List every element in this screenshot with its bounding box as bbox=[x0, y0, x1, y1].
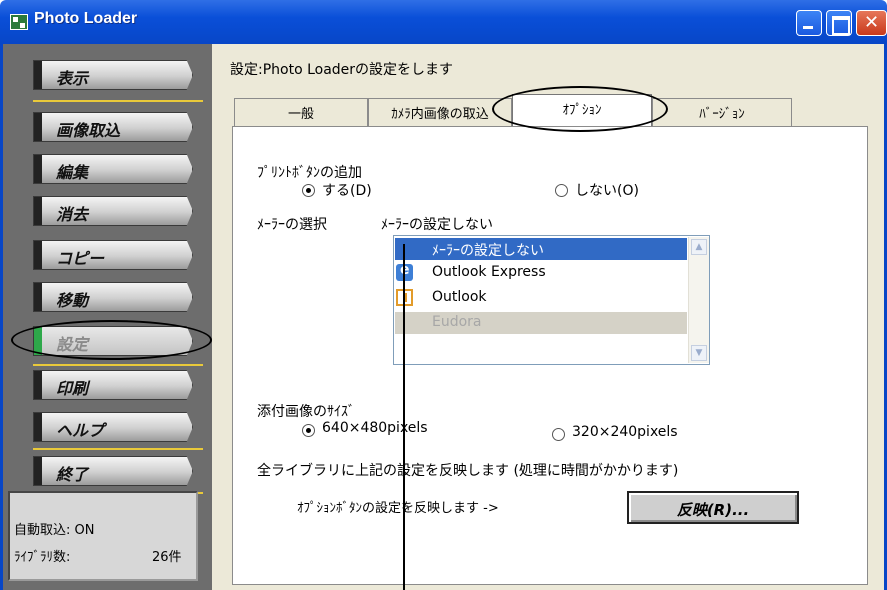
sidebar-item-edit[interactable]: 編集 bbox=[33, 154, 193, 184]
list-item[interactable]: ﾒｰﾗｰの設定しない bbox=[395, 238, 687, 260]
size-320-label[interactable]: 320×240pixels bbox=[572, 424, 678, 440]
apply-button[interactable]: 反映(R)... bbox=[627, 491, 799, 524]
print-button-label: ﾌﾟﾘﾝﾄﾎﾞﾀﾝの追加 bbox=[257, 165, 362, 181]
button-mark bbox=[34, 283, 42, 311]
sidebar-item-label: コピー bbox=[56, 249, 105, 268]
list-item-label: Outlook bbox=[432, 289, 487, 305]
callout-line bbox=[403, 244, 405, 590]
tab-label: 一般 bbox=[287, 107, 314, 122]
tab-label: ｶﾒﾗ内画像の取込 bbox=[391, 107, 489, 122]
settings-description: 設定:Photo Loaderの設定をします bbox=[230, 62, 454, 78]
divider bbox=[33, 364, 203, 366]
tab-label: ﾊﾞｰｼﾞｮﾝ bbox=[699, 107, 745, 122]
scroll-down-arrow-icon[interactable]: ▼ bbox=[691, 345, 707, 361]
mailer-select[interactable]: ﾒｰﾗｰの設定しない bbox=[381, 214, 493, 234]
scroll-up-arrow-icon[interactable]: ▲ bbox=[691, 239, 707, 255]
tab-general[interactable]: 一般 bbox=[234, 98, 368, 126]
close-icon: ✕ bbox=[864, 12, 880, 33]
list-item[interactable]: Outlook bbox=[395, 287, 687, 309]
divider bbox=[33, 448, 203, 450]
apply-button-label: 反映(R)... bbox=[676, 501, 750, 519]
button-mark bbox=[34, 371, 42, 399]
button-mark bbox=[34, 113, 42, 141]
tab-camera-import[interactable]: ｶﾒﾗ内画像の取込 bbox=[368, 98, 512, 126]
print-yes-label[interactable]: する(D) bbox=[322, 180, 372, 200]
list-item-label: Outlook Express bbox=[432, 264, 546, 280]
sidebar-item-help[interactable]: ヘルプ bbox=[33, 412, 193, 442]
title-bar[interactable]: Photo Loader ✕ bbox=[0, 0, 887, 44]
sidebar-item-print[interactable]: 印刷 bbox=[33, 370, 193, 400]
button-mark bbox=[34, 413, 42, 441]
highlight-ellipse bbox=[11, 320, 212, 360]
mailer-label: ﾒｰﾗｰの選択 bbox=[257, 217, 327, 233]
app-icon bbox=[10, 14, 28, 30]
apply-all-text: 全ライブラリに上記の設定を反映します (処理に時間がかかります) bbox=[257, 463, 679, 479]
window-title: Photo Loader bbox=[34, 10, 138, 27]
sidebar-item-exit[interactable]: 終了 bbox=[33, 456, 193, 486]
sidebar-item-move[interactable]: 移動 bbox=[33, 282, 193, 312]
library-count-label: ﾗｲﾌﾞﾗﾘ数: bbox=[14, 550, 71, 565]
button-mark bbox=[34, 197, 42, 225]
list-item-label: Eudora bbox=[432, 314, 482, 330]
button-mark bbox=[34, 155, 42, 183]
photo-loader-window: Photo Loader ✕ 表示 画像取込 編集 消去 コピー 移動 設定 印… bbox=[0, 0, 887, 590]
sidebar-item-label: 画像取込 bbox=[56, 121, 121, 140]
print-no-label[interactable]: しない(O) bbox=[575, 180, 639, 200]
sidebar-item-view[interactable]: 表示 bbox=[33, 60, 193, 90]
tab-version[interactable]: ﾊﾞｰｼﾞｮﾝ bbox=[652, 98, 792, 126]
sidebar-item-label: 終了 bbox=[56, 465, 89, 484]
sidebar-item-label: ヘルプ bbox=[56, 421, 105, 440]
button-mark bbox=[34, 61, 42, 89]
library-count-value: 26件 bbox=[152, 550, 182, 565]
sidebar-item-delete[interactable]: 消去 bbox=[33, 196, 193, 226]
highlight-ellipse bbox=[492, 86, 668, 132]
sidebar-item-copy[interactable]: コピー bbox=[33, 240, 193, 270]
mailer-dropdown-list[interactable]: ﾒｰﾗｰの設定しない Outlook Express Outlook Eudor… bbox=[393, 235, 710, 365]
sidebar-item-import[interactable]: 画像取込 bbox=[33, 112, 193, 142]
list-item-label: ﾒｰﾗｰの設定しない bbox=[432, 243, 544, 259]
sidebar-item-label: 消去 bbox=[56, 205, 89, 224]
print-no-radio[interactable] bbox=[555, 184, 568, 197]
list-item: Eudora bbox=[395, 312, 687, 334]
maximize-button[interactable] bbox=[826, 10, 852, 36]
attach-size-label: 添付画像のｻｲｽﾞ bbox=[257, 404, 355, 420]
minimize-button[interactable] bbox=[796, 10, 822, 36]
size-640-radio[interactable] bbox=[302, 424, 315, 437]
scrollbar[interactable]: ▲ ▼ bbox=[688, 237, 709, 363]
list-item[interactable]: Outlook Express bbox=[395, 262, 687, 284]
divider bbox=[33, 100, 203, 102]
sidebar-item-label: 編集 bbox=[56, 163, 89, 182]
print-yes-radio[interactable] bbox=[302, 184, 315, 197]
sidebar-item-label: 移動 bbox=[56, 291, 89, 310]
size-640-label[interactable]: 640×480pixels bbox=[322, 420, 428, 436]
sidebar-item-label: 表示 bbox=[56, 69, 89, 88]
close-button[interactable]: ✕ bbox=[856, 10, 887, 36]
auto-import-status: 自動取込: ON bbox=[14, 523, 95, 538]
apply-option-text: ｵﾌﾟｼｮﾝﾎﾞﾀﾝの設定を反映します -> bbox=[297, 501, 499, 516]
status-panel: 自動取込: ON ﾗｲﾌﾞﾗﾘ数: 26件 bbox=[8, 491, 198, 581]
size-320-radio[interactable] bbox=[552, 428, 565, 441]
sidebar-item-label: 印刷 bbox=[56, 379, 89, 398]
button-mark bbox=[34, 241, 42, 269]
button-mark bbox=[34, 457, 42, 485]
